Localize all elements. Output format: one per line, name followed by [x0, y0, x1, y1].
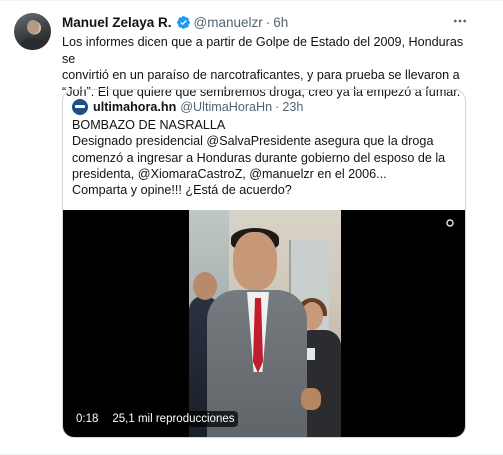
media-dot-icon	[446, 219, 454, 227]
author-display-name[interactable]: Manuel Zelaya R.	[62, 15, 172, 30]
tweet-header: Manuel Zelaya R. @manuelzr · 6h	[62, 13, 463, 31]
quoted-tweet[interactable]: ultimahora.hn @UltimaHoraHn · 23h BOMBAZ…	[62, 89, 466, 438]
avatar-body-shape	[20, 38, 46, 50]
video-person-hand	[301, 388, 321, 410]
more-dots-icon	[454, 19, 466, 23]
quoted-author-avatar	[72, 99, 88, 115]
verified-badge-icon	[176, 15, 190, 29]
video-person-right-badge	[307, 348, 315, 360]
tweet[interactable]: Manuel Zelaya R. @manuelzr · 6h Los info…	[0, 0, 503, 455]
quoted-author-display-name: ultimahora.hn	[93, 100, 177, 114]
video-view-count: 25,1 mil reproducciones	[108, 410, 239, 427]
quoted-text-line: comenzó a ingresar a Honduras durante go…	[72, 150, 446, 165]
quoted-text-line: Comparta y opine!!! ¿Está de acuerdo?	[72, 183, 292, 198]
video-status-bar: 0:18 25,1 mil reproducciones	[72, 410, 239, 427]
quoted-tweet-timestamp: 23h	[282, 100, 304, 114]
video-duration: 0:18	[72, 410, 103, 427]
quoted-text-line: Designado presidencial @SalvaPresidente …	[72, 134, 434, 149]
author-handle[interactable]: @manuelzr	[194, 15, 263, 30]
quoted-author-handle: @UltimaHoraHn	[180, 100, 273, 114]
author-avatar[interactable]	[14, 13, 51, 50]
video-person-left-head	[193, 272, 217, 300]
tweet-text-line: convirtió en un paraíso de narcotrafican…	[62, 68, 460, 82]
header-separator: ·	[265, 14, 271, 30]
quoted-text-line: presidenta, @XiomaraCastroZ, @manuelzr e…	[72, 166, 387, 181]
tweet-timestamp[interactable]: 6h	[273, 15, 288, 30]
quoted-text-line: BOMBAZO DE NASRALLA	[72, 118, 226, 132]
quoted-tweet-text: BOMBAZO DE NASRALLA Designado presidenci…	[72, 117, 460, 198]
tweet-text-line: Los informes dicen que a partir de Golpe…	[62, 35, 464, 66]
avatar-head-shape	[27, 20, 39, 34]
quoted-header-separator: ·	[275, 100, 280, 114]
gif-indicator-icon	[444, 218, 456, 230]
video-player[interactable]: 0:18 25,1 mil reproducciones	[63, 210, 465, 437]
more-options-icon[interactable]	[449, 11, 471, 31]
video-person-main-head	[233, 232, 277, 290]
video-frame	[189, 210, 341, 437]
quoted-tweet-header: ultimahora.hn @UltimaHoraHn · 23h	[72, 99, 303, 115]
